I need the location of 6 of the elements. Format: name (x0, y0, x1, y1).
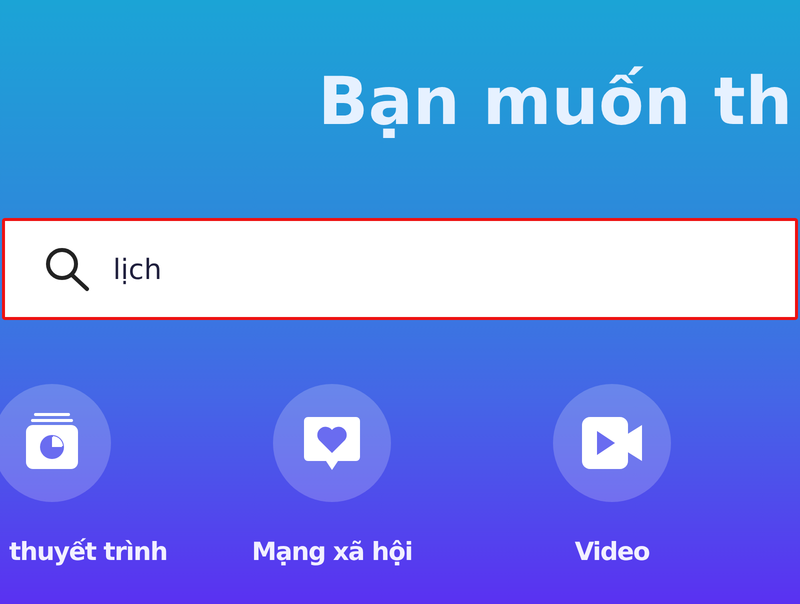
category-label[interactable]: thuyết trình (9, 536, 167, 568)
search-input[interactable]: lịch (113, 252, 795, 286)
category-label[interactable]: Mạng xã hội (252, 536, 412, 568)
page-heading: Bạn muốn th (318, 62, 792, 142)
category-label[interactable]: Video (574, 536, 650, 568)
search-field[interactable]: lịch (2, 218, 798, 320)
